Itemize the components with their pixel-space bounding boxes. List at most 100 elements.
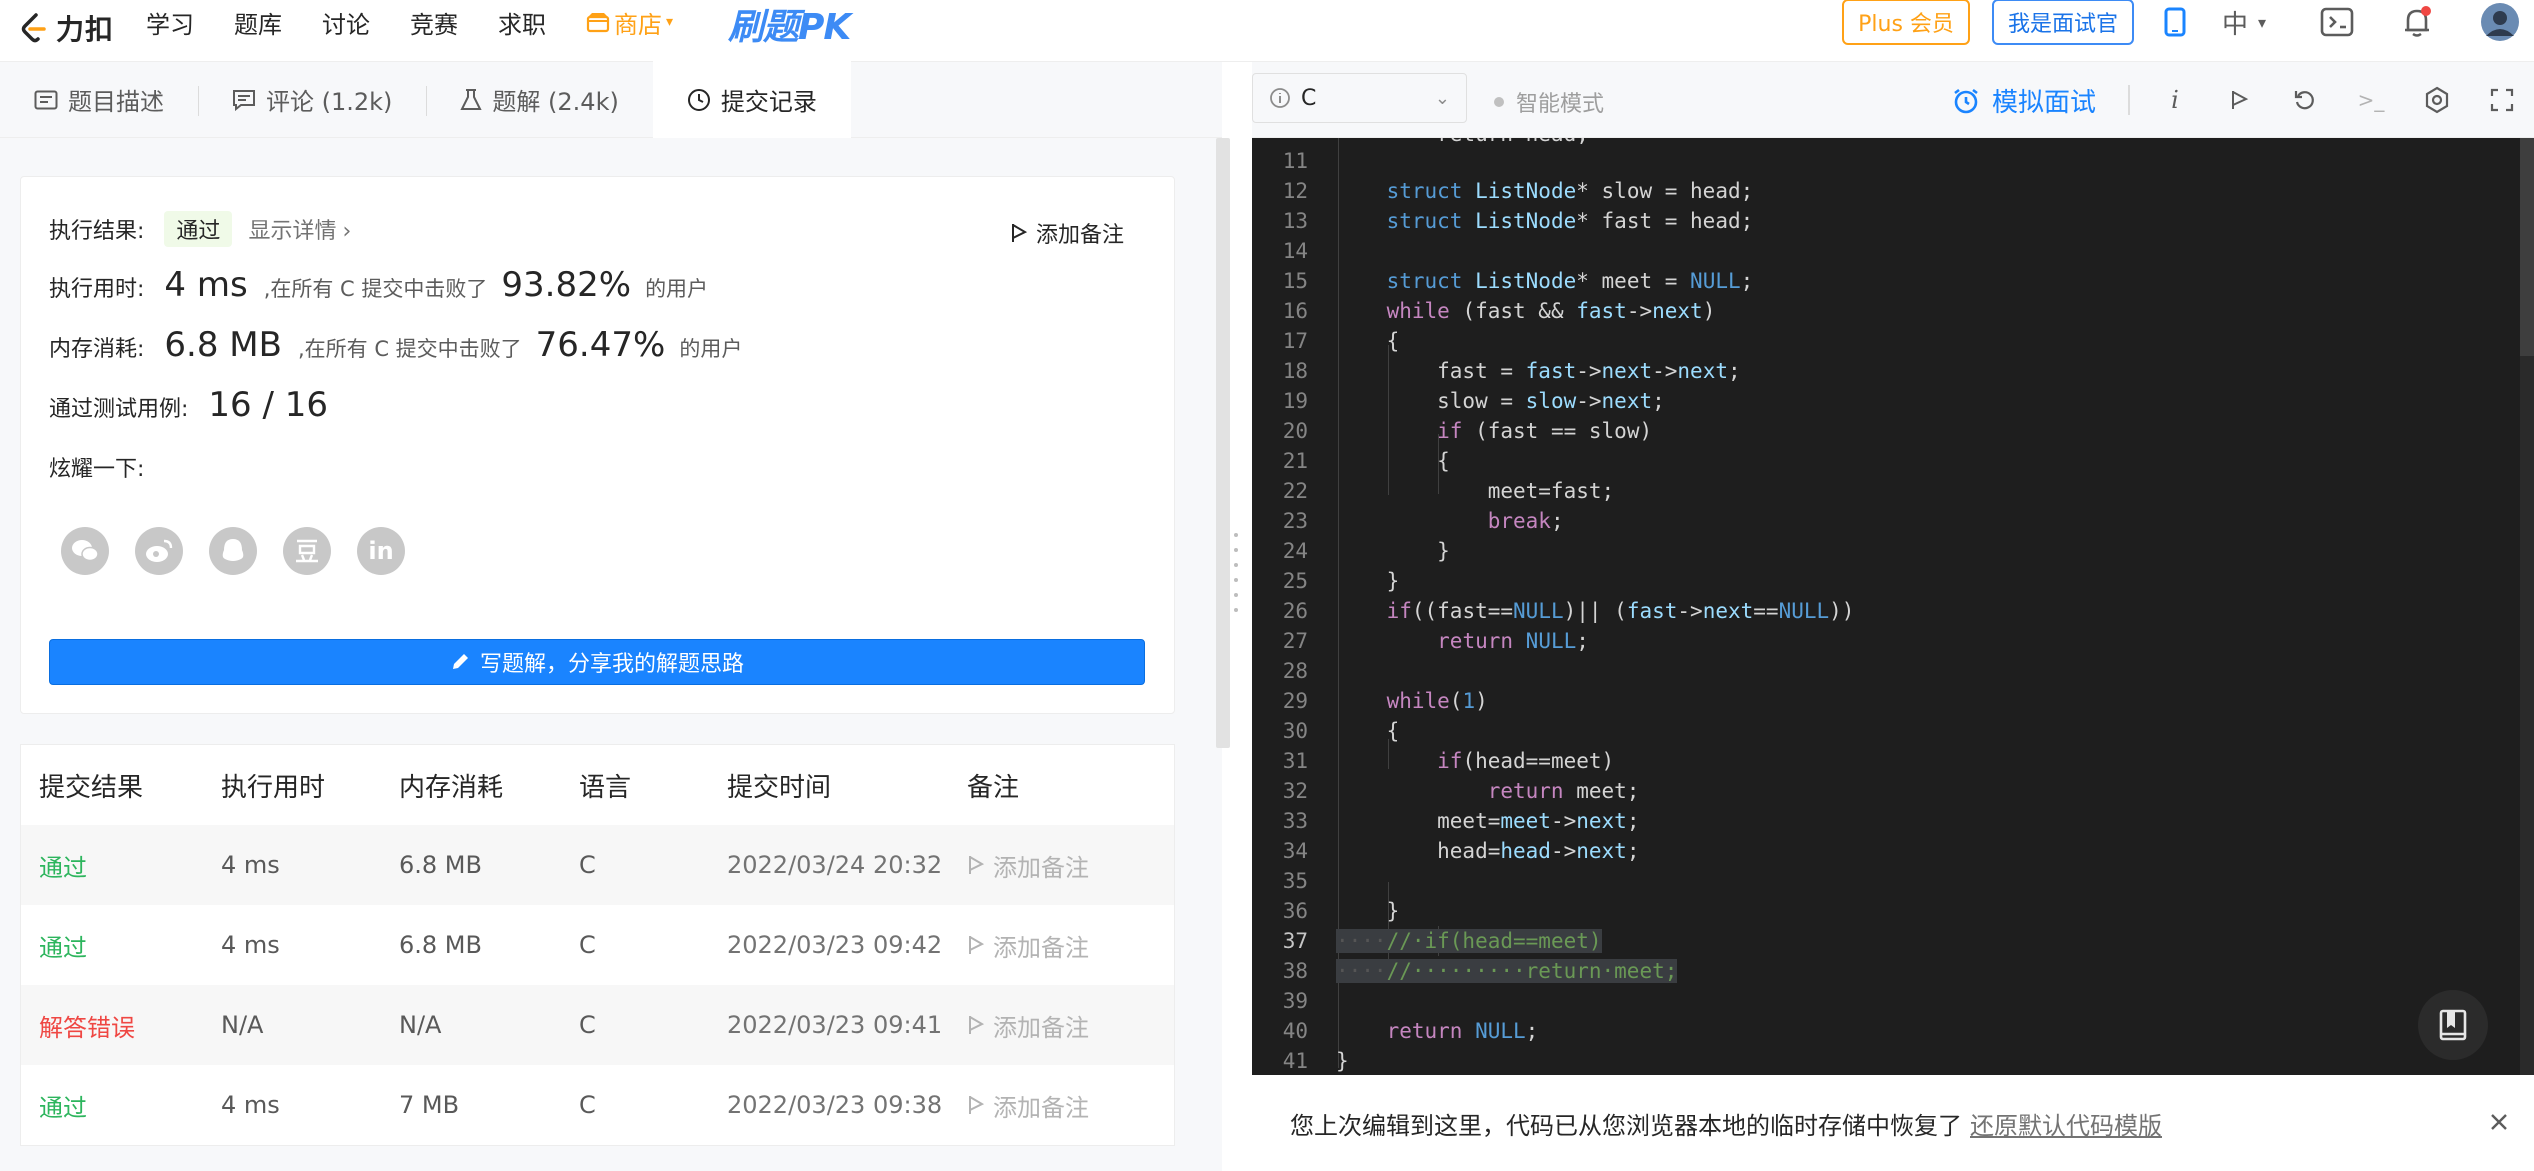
restore-message: 您上次编辑到这里，代码已从您浏览器本地的临时存储中恢复了	[1290, 1111, 1962, 1140]
mock-interview-button[interactable]: 模拟面试	[1952, 82, 2096, 119]
nav-jobs[interactable]: 求职	[498, 5, 546, 40]
resize-handle[interactable]	[1233, 530, 1239, 620]
write-solution-button[interactable]: 写题解，分享我的解题思路	[49, 639, 1145, 685]
tab-description[interactable]: 题目描述	[0, 62, 198, 138]
run-flag-icon[interactable]	[2224, 84, 2256, 116]
submission-language: C	[579, 1091, 596, 1119]
language-select[interactable]: C ⌄	[1252, 73, 1467, 123]
share-label: 炫耀一下:	[49, 457, 145, 482]
code-line: 14	[1282, 239, 1308, 263]
plus-member-button[interactable]: Plus 会员	[1842, 0, 1970, 45]
pk-banner[interactable]: 刷题PK	[728, 0, 851, 50]
table-row[interactable]: 通过 4 ms 7 MB C 2022/03/23 09:38 添加备注	[21, 1065, 1174, 1145]
weibo-icon[interactable]	[135, 527, 183, 575]
add-note-button[interactable]: 添加备注	[967, 848, 1167, 883]
mock-interview-label: 模拟面试	[1992, 88, 2097, 118]
nav-problems[interactable]: 题库	[234, 5, 282, 40]
memory-tail: 的用户	[679, 337, 743, 361]
restore-default-link[interactable]: 还原默认代码模版	[1970, 1106, 2162, 1141]
playground-icon[interactable]	[2320, 7, 2354, 37]
header-status: 提交结果	[39, 772, 144, 803]
smart-mode-toggle[interactable]: 智能模式	[1494, 86, 1604, 118]
testcases-label: 通过测试用例:	[49, 397, 189, 422]
submission-status[interactable]: 通过	[21, 1088, 221, 1123]
flag-icon	[1011, 224, 1028, 242]
close-icon[interactable]	[2484, 1107, 2514, 1137]
qq-icon[interactable]	[209, 527, 257, 575]
code-line: 41}	[1282, 1049, 1349, 1073]
add-note-button[interactable]: 添加备注	[967, 928, 1167, 963]
logo-text: 力扣	[56, 13, 115, 46]
console-icon[interactable]: >_	[2355, 84, 2387, 116]
interviewer-button[interactable]: 我是面试官	[1991, 0, 2134, 45]
code-line: 38 ····//·········return·meet;	[1282, 959, 1678, 983]
code-line: 16 while (fast && fast->next)	[1282, 299, 1716, 323]
table-row[interactable]: 通过 4 ms 6.8 MB C 2022/03/24 20:32 添加备注	[21, 825, 1174, 905]
nav-store-label: 商店	[614, 10, 662, 39]
restore-notice: 您上次编辑到这里，代码已从您浏览器本地的临时存储中恢复了 还原默认代码模版	[1252, 1075, 2534, 1171]
table-row[interactable]: 通过 4 ms 6.8 MB C 2022/03/23 09:42 添加备注	[21, 905, 1174, 985]
avatar[interactable]	[2480, 2, 2520, 42]
tab-solutions[interactable]: 题解 (2.4k)	[426, 62, 652, 138]
submission-time: 2022/03/24 20:32	[727, 851, 943, 879]
testcases-row: 通过测试用例: 16 / 16	[49, 385, 344, 425]
nav-store[interactable]: 商店 ▾	[586, 5, 673, 40]
notification-bell-icon[interactable]	[2402, 6, 2432, 38]
leetcode-logo[interactable]: 力扣	[18, 8, 114, 48]
code-line: 17 {	[1282, 329, 1400, 353]
left-scrollbar[interactable]	[1216, 138, 1230, 748]
tab-submissions[interactable]: 提交记录	[652, 61, 851, 138]
nav-contest[interactable]: 竞赛	[410, 5, 458, 40]
notebook-button[interactable]	[2418, 990, 2488, 1060]
fullscreen-icon[interactable]	[2486, 84, 2518, 116]
code-line: 37 ····//·if(head==meet)	[1282, 929, 1602, 953]
write-solution-label: 写题解，分享我的解题思路	[479, 652, 744, 677]
code-line: 26 if((fast==NULL)|| (fast->next==NULL))	[1282, 599, 1855, 623]
table-row[interactable]: 解答错误 N/A N/A C 2022/03/23 09:41 添加备注	[21, 985, 1174, 1065]
table-body: 通过 4 ms 6.8 MB C 2022/03/24 20:32 添加备注 通过 4 ms 6…	[21, 825, 1174, 1145]
code-line: 13 struct ListNode* fast = head;	[1282, 209, 1754, 233]
nav-discuss[interactable]: 讨论	[322, 5, 370, 40]
add-note-label: 添加备注	[993, 1013, 1089, 1042]
reset-icon[interactable]	[2289, 84, 2321, 116]
wechat-icon[interactable]	[61, 527, 109, 575]
add-note-label: 添加备注	[993, 1093, 1089, 1122]
add-note-button[interactable]: 添加备注	[1010, 217, 1124, 249]
info-italic-icon[interactable]: i	[2159, 84, 2191, 116]
result-card: 执行结果: 通过 显示详情 › 添加备注 执行用时: 4 ms ,在所有 C 提…	[20, 176, 1175, 714]
add-note-label: 添加备注	[1035, 223, 1124, 248]
code-line: 20 if (fast == slow)	[1282, 419, 1653, 443]
flask-icon	[460, 88, 483, 110]
settings-icon[interactable]	[2421, 84, 2453, 116]
editor-scrollbar-thumb[interactable]	[2520, 138, 2534, 356]
smart-mode-label: 智能模式	[1516, 92, 1605, 117]
runtime-beat-text: ,在所有 C 提交中击败了	[263, 277, 488, 301]
submission-status[interactable]: 通过	[21, 928, 221, 963]
memory-percentile: 76.47%	[535, 325, 666, 365]
add-note-button[interactable]: 添加备注	[967, 1008, 1167, 1043]
add-note-button[interactable]: 添加备注	[967, 1088, 1167, 1123]
table-header: 提交结果 执行用时 内存消耗 语言 提交时间 备注	[21, 745, 1174, 825]
nav-learn[interactable]: 学习	[146, 5, 194, 40]
code-line: 19 slow = slow->next;	[1282, 389, 1665, 413]
submission-status[interactable]: 通过	[21, 848, 221, 883]
notebook-icon	[2439, 1009, 2467, 1041]
submission-status[interactable]: 解答错误	[21, 1008, 221, 1043]
submission-memory: 6.8 MB	[399, 931, 482, 959]
status-dot-icon	[1494, 97, 1504, 107]
language-switch[interactable]: 中 ▾	[2222, 4, 2266, 41]
tab-comments[interactable]: 评论 (1.2k)	[198, 62, 426, 138]
chevron-down-icon: ▾	[666, 14, 674, 30]
douban-icon[interactable]	[283, 527, 331, 575]
main-nav: 学习 题库 讨论 竞赛 求职 商店 ▾	[146, 0, 713, 44]
submission-panel: 执行结果: 通过 显示详情 › 添加备注 执行用时: 4 ms ,在所有 C 提…	[0, 138, 1222, 1171]
flag-icon	[969, 1016, 985, 1034]
code-editor[interactable]: return head; 11 12 struct ListNode* slow…	[1252, 138, 2534, 1075]
submission-memory: N/A	[399, 1011, 442, 1039]
mobile-icon[interactable]	[2164, 7, 2186, 37]
submission-runtime: N/A	[221, 1011, 264, 1039]
chevron-down-icon: ▾	[2257, 12, 2266, 32]
show-detail-link[interactable]: 显示详情	[248, 213, 336, 245]
linkedin-icon[interactable]: in	[357, 527, 405, 575]
memory-label: 内存消耗:	[49, 337, 145, 362]
